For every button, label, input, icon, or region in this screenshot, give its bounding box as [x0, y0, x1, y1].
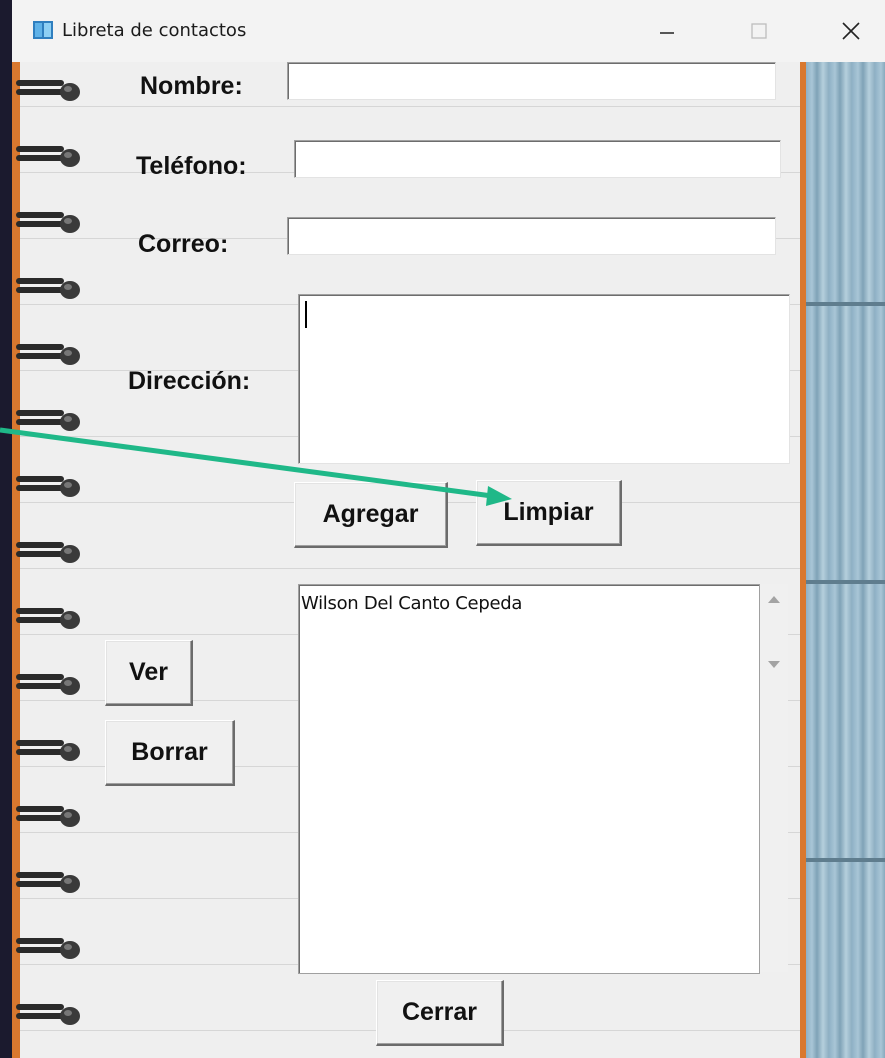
- telefono-label: Teléfono:: [136, 152, 247, 180]
- scroll-down-arrow-icon[interactable]: [768, 661, 780, 668]
- close-icon: [842, 22, 860, 40]
- text-caret: [305, 301, 307, 328]
- agregar-button[interactable]: Agregar: [294, 482, 448, 548]
- minimize-icon: [660, 32, 674, 34]
- list-item[interactable]: Wilson Del Canto Cepeda: [301, 593, 522, 614]
- cerrar-button[interactable]: Cerrar: [376, 980, 504, 1046]
- ver-button[interactable]: Ver: [105, 640, 193, 706]
- minimize-button[interactable]: [622, 0, 712, 62]
- wood-background: [806, 62, 885, 1058]
- nombre-input[interactable]: [287, 62, 776, 100]
- direccion-textarea[interactable]: [298, 294, 790, 464]
- contacts-listbox[interactable]: Wilson Del Canto Cepeda: [298, 584, 760, 974]
- listbox-scrollbar[interactable]: [760, 584, 788, 972]
- close-button[interactable]: [806, 0, 885, 62]
- direccion-label: Dirección:: [128, 367, 251, 395]
- telefono-input[interactable]: [294, 140, 781, 178]
- nombre-label: Nombre:: [140, 72, 243, 100]
- title-bar: Libreta de contactos: [12, 0, 885, 62]
- app-icon: [33, 21, 53, 39]
- correo-input[interactable]: [287, 217, 776, 255]
- maximize-button[interactable]: [714, 0, 804, 62]
- correo-label: Correo:: [138, 230, 229, 258]
- window-title: Libreta de contactos: [62, 20, 247, 41]
- notebook-spiral-rings: [16, 80, 80, 1025]
- maximize-icon: [751, 23, 767, 39]
- borrar-button[interactable]: Borrar: [105, 720, 235, 786]
- window-content: Nombre: Teléfono: Correo: Dirección: Agr…: [12, 62, 885, 1058]
- limpiar-button[interactable]: Limpiar: [476, 480, 622, 546]
- scroll-up-arrow-icon[interactable]: [768, 596, 780, 603]
- app-window: Libreta de contactos Nombre: Teléfono: C…: [12, 0, 885, 1058]
